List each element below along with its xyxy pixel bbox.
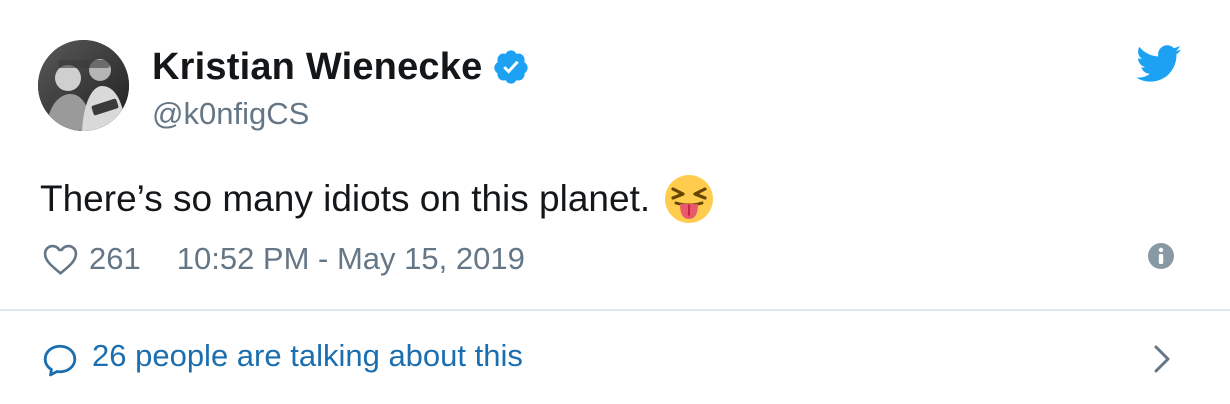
timestamp-link[interactable]: 10:52 PM - May 15, 2019 bbox=[177, 241, 525, 277]
verified-badge-icon bbox=[492, 48, 530, 86]
info-icon[interactable] bbox=[1146, 241, 1176, 271]
conversation-link[interactable]: 26 people are talking about this bbox=[0, 311, 1230, 404]
heart-icon[interactable] bbox=[42, 242, 79, 276]
like-count[interactable]: 261 bbox=[89, 241, 141, 277]
tweet-text: There’s so many idiots on this planet. bbox=[40, 178, 651, 219]
author-row: Kristian Wienecke bbox=[152, 42, 530, 92]
conversation-label: 26 people are talking about this bbox=[92, 338, 523, 373]
avatar[interactable] bbox=[38, 40, 129, 131]
embedded-tweet: Kristian Wienecke @k0nfigCS There’s so m… bbox=[0, 0, 1230, 404]
author-handle[interactable]: @k0nfigCS bbox=[152, 96, 309, 132]
emoji-icon bbox=[664, 174, 714, 224]
speech-bubble-icon bbox=[42, 343, 78, 377]
twitter-bird-icon[interactable] bbox=[1136, 45, 1182, 83]
display-name[interactable]: Kristian Wienecke bbox=[152, 46, 482, 89]
tweet-body: There’s so many idiots on this planet. bbox=[40, 172, 714, 226]
chevron-right-icon bbox=[1149, 339, 1175, 379]
tweet-meta: 261 10:52 PM - May 15, 2019 bbox=[42, 238, 525, 280]
